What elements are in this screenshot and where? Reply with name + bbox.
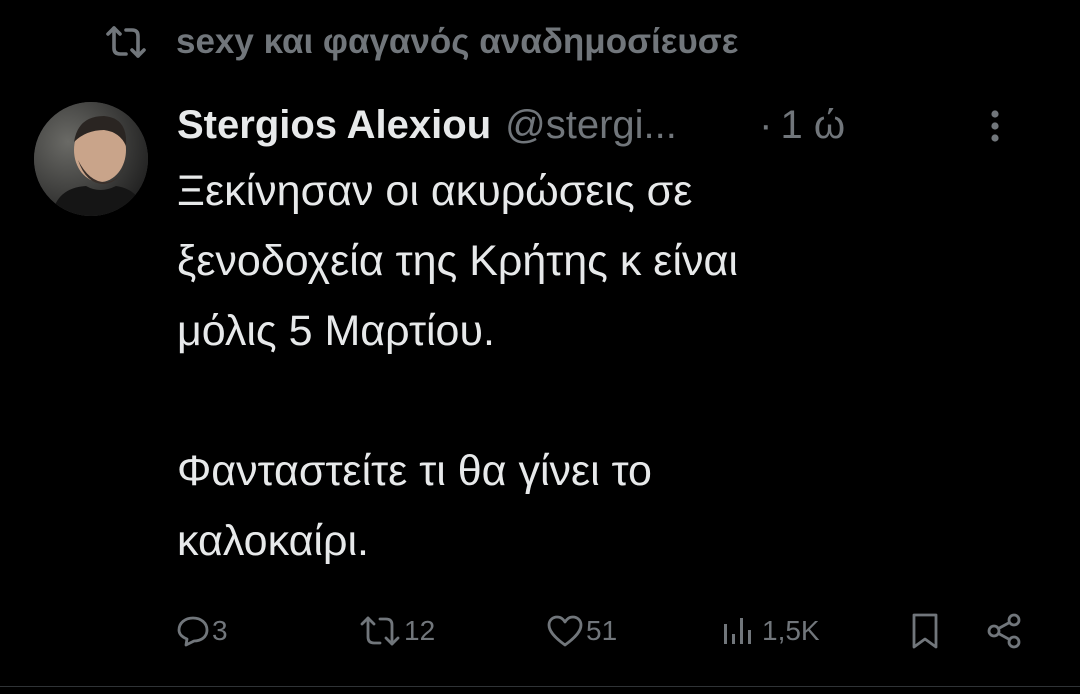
avatar[interactable] [34,102,148,216]
tweet-text-line: Φανταστείτε τι θα γίνει το [177,447,652,495]
timestamp[interactable]: 1 ώ [780,103,845,148]
divider [0,686,1080,687]
separator-dot: · [759,102,773,147]
reply-count: 3 [212,615,228,646]
repost-banner-text: sexy και φαγανός αναδημοσίευσε [176,22,739,61]
tweet-text: Ξεκίνησαν οι ακυρώσεις σε ξενοδοχεία της… [177,156,1057,576]
repost-icon [360,616,400,646]
action-bar: 3 12 51 1,5K [0,604,1080,658]
repost-icon [104,24,148,60]
share-button[interactable] [984,604,1024,658]
like-count: 51 [586,615,618,646]
bookmark-icon [912,613,938,649]
bookmark-button[interactable] [908,604,942,658]
tweet-text-line: ξενοδοχεία της Κρήτης κ είναι [177,237,738,285]
views-button[interactable]: 1,5K [722,604,820,658]
tweet-text-line: μόλις 5 Μαρτίου. [177,307,495,355]
reply-button[interactable]: 3 [176,604,228,658]
tweet-header: Stergios Alexiou @stergi... · 1 ώ [177,98,1057,152]
heart-icon [547,615,583,647]
reply-icon [177,616,209,647]
tweet-text-line: καλοκαίρι. [177,517,369,565]
analytics-icon [724,618,751,644]
repost-banner[interactable]: sexy και φαγανός αναδημοσίευσε [104,20,738,64]
repost-button[interactable]: 12 [358,604,435,658]
author-name[interactable]: Stergios Alexiou [177,103,491,148]
tweet-text-line: Ξεκίνησαν οι ακυρώσεις σε [177,167,693,215]
views-count: 1,5K [762,615,820,646]
more-options-button[interactable] [985,104,1005,148]
repost-count: 12 [404,615,436,646]
more-vertical-icon [991,110,999,142]
like-button[interactable]: 51 [546,604,617,658]
share-icon [987,613,1021,649]
author-handle[interactable]: @stergi... [505,103,737,148]
